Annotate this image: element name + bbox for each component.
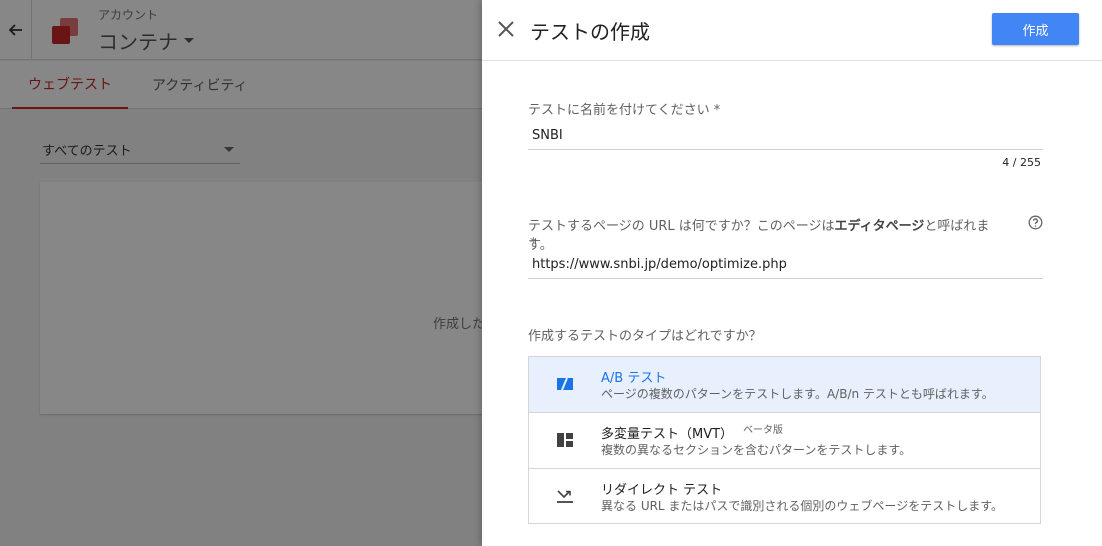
test-type-description: 異なる URL またはパスで識別される個別のウェブページをテストします。	[601, 499, 1003, 513]
test-type-question: 作成するテストのタイプはどれですか？	[528, 329, 762, 344]
panel-header: テストの作成 作成	[482, 0, 1102, 61]
modal-scrim[interactable]	[0, 0, 482, 546]
test-type-title: 多変量テスト（MVT） ベータ版	[601, 423, 783, 442]
test-type-list: A/B テスト ページの複数のパターンをテストします。A/B/n テストとも呼ば…	[528, 356, 1041, 524]
test-name-input[interactable]	[528, 122, 1043, 150]
editor-page-url-input[interactable]	[528, 251, 1043, 279]
test-type-ab[interactable]: A/B テスト ページの複数のパターンをテストします。A/B/n テストとも呼ば…	[529, 357, 1040, 413]
create-button[interactable]: 作成	[992, 13, 1079, 45]
test-type-mvt[interactable]: 多変量テスト（MVT） ベータ版 複数の異なるセクションを含むパターンをテストし…	[529, 413, 1040, 469]
char-counter: 4 / 255	[1002, 156, 1041, 169]
test-type-title: A/B テスト	[601, 367, 666, 386]
help-icon[interactable]	[1028, 215, 1043, 230]
test-type-title-text: リダイレクト テスト	[601, 483, 723, 498]
required-marker: *	[530, 236, 537, 251]
url-label-text: テストするページの URL は何ですか？このページは	[528, 219, 835, 234]
test-type-description: ページの複数のパターンをテストします。A/B/n テストとも呼ばれます。	[601, 387, 994, 401]
test-type-title-text: A/B テスト	[601, 371, 667, 386]
mvt-grid-icon	[557, 433, 573, 447]
create-test-panel: テストの作成 作成 テストに名前を付けてください * 4 / 255 テストする…	[482, 0, 1102, 546]
ab-test-icon	[557, 377, 573, 391]
close-button[interactable]	[494, 17, 518, 41]
url-label-bold: エディタページ	[834, 219, 925, 234]
close-icon	[498, 21, 514, 37]
editor-page-url-label: テストするページの URL は何ですか？このページはエディタページと呼ばれます。	[528, 215, 1008, 253]
beta-badge: ベータ版	[743, 425, 784, 436]
test-type-redirect[interactable]: リダイレクト テスト 異なる URL またはパスで識別される個別のウェブページを…	[529, 469, 1040, 525]
test-type-title-text: 多変量テスト（MVT）	[601, 427, 734, 442]
test-name-label: テストに名前を付けてください *	[528, 103, 721, 118]
test-type-title: リダイレクト テスト	[601, 479, 722, 498]
test-type-description: 複数の異なるセクションを含むパターンをテストします。	[601, 443, 912, 457]
panel-title: テストの作成	[530, 20, 650, 44]
redirect-icon	[557, 490, 573, 503]
